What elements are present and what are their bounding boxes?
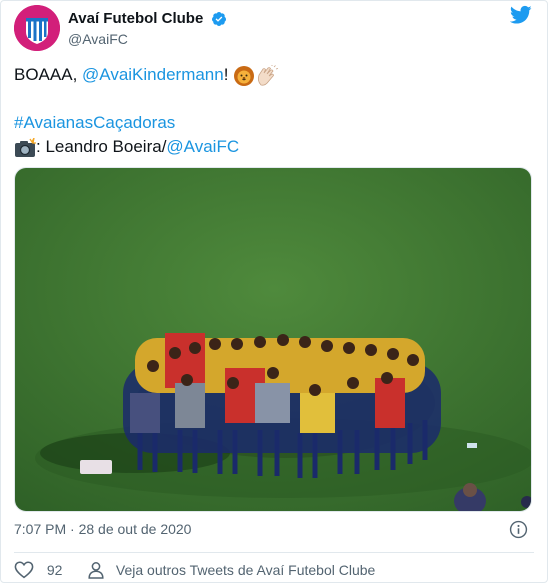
like-count: 92 [46, 562, 63, 579]
lion-face-emoji [234, 65, 255, 86]
tweet-line-1: BOAAA, @AvaiKindermann! [14, 63, 534, 87]
tweet-text-prefix: BOAAA, [14, 65, 83, 84]
more-tweets-link[interactable]: Veja outros Tweets de Avaí Futebol Clube [88, 561, 375, 581]
tweet-text-suffix: ! [223, 65, 234, 84]
profile-icon [88, 562, 104, 580]
tweet-embed-card: Avaí Futebol Clube @AvaiFC BOAAA, @AvaiK… [0, 0, 548, 583]
tweet-photo[interactable] [14, 167, 532, 512]
divider [14, 552, 534, 553]
info-icon[interactable] [509, 520, 528, 539]
tweet-line-3: #AvaianasCaçadoras [14, 111, 534, 135]
avatar[interactable] [14, 5, 60, 51]
tweet-line-4: : Leandro Boeira/@AvaiFC [14, 135, 534, 159]
photo-credit-text: : Leandro Boeira/ [36, 137, 167, 156]
verified-badge-icon [211, 11, 226, 26]
more-tweets-label: Veja outros Tweets de Avaí Futebol Clube [115, 562, 376, 579]
team-huddle-photo [15, 168, 531, 511]
mention-link-avaifc[interactable]: @AvaiFC [166, 137, 239, 156]
like-button[interactable]: 92 [14, 561, 62, 581]
tweet-text: BOAAA, @AvaiKindermann! #AvaianasCaçador… [14, 63, 534, 159]
tweet-header: Avaí Futebol Clube @AvaiFC [14, 5, 536, 51]
clapping-hands-emoji [258, 64, 279, 86]
author-handle[interactable]: @AvaiFC [68, 31, 227, 47]
club-crest-icon [14, 5, 60, 51]
mention-link-avaikindermann[interactable]: @AvaiKindermann [82, 65, 224, 84]
camera-flash-emoji [15, 137, 36, 157]
author-names: Avaí Futebol Clube @AvaiFC [68, 10, 227, 47]
hashtag-link[interactable]: #AvaianasCaçadoras [14, 113, 175, 132]
tweet-timestamp[interactable]: 7:07 PM · 28 de out de 2020 [14, 521, 191, 537]
heart-icon [14, 561, 34, 579]
twitter-bird-icon[interactable] [510, 5, 532, 25]
display-name[interactable]: Avaí Futebol Clube [68, 10, 203, 27]
